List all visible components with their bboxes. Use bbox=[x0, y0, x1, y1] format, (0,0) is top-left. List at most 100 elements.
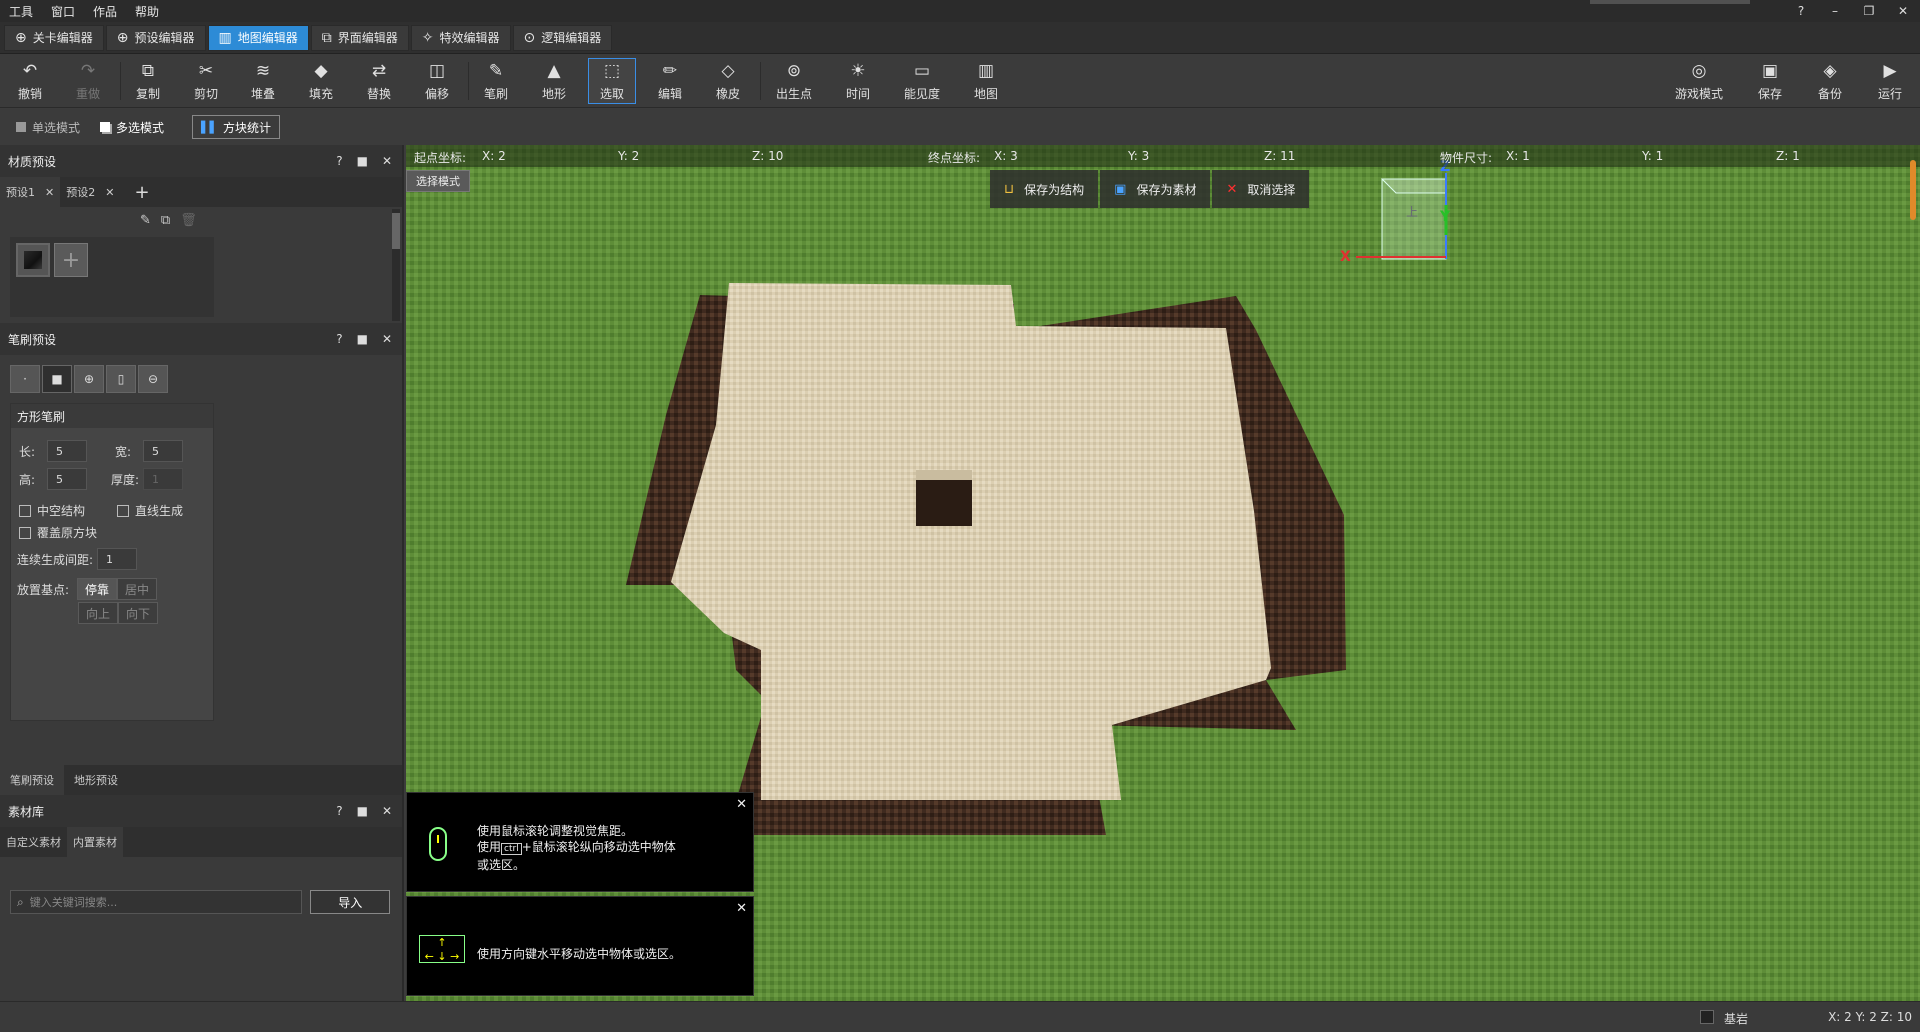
brush-button[interactable]: ✎ 笔刷 bbox=[472, 58, 520, 104]
close-icon[interactable]: ✕ bbox=[736, 797, 747, 812]
trash-icon[interactable]: 🗑 bbox=[180, 213, 197, 228]
editor-tabs: ⊕ 关卡编辑器 ⊕ 预设编辑器 ▥ 地图编辑器 ⧉ 界面编辑器 ✧ 特效编辑器 ⊙ 逻辑编辑… bbox=[0, 22, 1920, 54]
run-button[interactable]: ▶ 运行 bbox=[1866, 58, 1914, 104]
tab-builtin-assets[interactable]: 内置素材 bbox=[67, 827, 123, 857]
terrain-button[interactable]: ▲ 地形 bbox=[530, 58, 578, 104]
duplicate-icon[interactable]: ⧉ bbox=[161, 213, 170, 228]
select-mode-label[interactable]: 选择模式 bbox=[406, 170, 470, 192]
block-stats-button[interactable]: ▌▌ 方块统计 bbox=[192, 115, 280, 139]
redo-button[interactable]: ↷ 重做 bbox=[64, 58, 112, 104]
tab-terrain-preset[interactable]: 地形预设 bbox=[64, 765, 128, 795]
interval-field[interactable]: 1 bbox=[97, 548, 138, 570]
close-icon[interactable]: ✕ bbox=[45, 186, 54, 199]
mode-bar: 单选模式 多选模式 ▌▌ 方块统计 bbox=[0, 109, 1920, 145]
menu-help[interactable]: 帮助 bbox=[126, 3, 168, 20]
close-button[interactable]: ✕ bbox=[1886, 0, 1920, 22]
window-controls: ? – ❐ ✕ bbox=[1784, 0, 1920, 22]
mouse-icon bbox=[429, 827, 447, 861]
tab-custom-assets[interactable]: 自定义素材 bbox=[0, 827, 67, 857]
eraser-button[interactable]: ◇ 橡皮 bbox=[704, 58, 752, 104]
effect-icon: ✧ bbox=[421, 29, 434, 46]
scrollbar[interactable] bbox=[392, 209, 400, 321]
tab-map-editor[interactable]: ▥ 地图编辑器 bbox=[207, 24, 309, 51]
time-button[interactable]: ☀ 时间 bbox=[834, 58, 882, 104]
close-icon[interactable]: ✕ bbox=[382, 154, 392, 168]
tab-logic-editor[interactable]: ⊙ 逻辑编辑器 bbox=[512, 24, 613, 51]
gamepad-icon: ◎ bbox=[1691, 60, 1707, 81]
select-button[interactable]: ⬚ 选取 bbox=[588, 58, 636, 104]
copy-button[interactable]: ⧉ 复制 bbox=[124, 58, 172, 104]
width-field[interactable]: 5 bbox=[143, 440, 184, 462]
replace-button[interactable]: ⇄ 替换 bbox=[355, 58, 403, 104]
help-icon[interactable]: ? bbox=[336, 154, 342, 168]
fill-button[interactable]: ◆ 填充 bbox=[297, 58, 345, 104]
tab-preset2[interactable]: 预设2 ✕ bbox=[60, 177, 120, 207]
ctrl-key: ctrl bbox=[501, 843, 522, 855]
tab-ui-editor[interactable]: ⧉ 界面编辑器 bbox=[310, 24, 409, 51]
anchor-up-button[interactable]: 向上 bbox=[78, 602, 118, 624]
import-button[interactable]: 导入 bbox=[310, 890, 390, 914]
single-select-icon bbox=[16, 122, 26, 132]
help-icon[interactable]: ? bbox=[1784, 0, 1818, 22]
menu-works[interactable]: 作品 bbox=[84, 3, 126, 20]
maximize-icon[interactable]: ■ bbox=[357, 154, 368, 168]
tab-effect-editor[interactable]: ✧ 特效编辑器 bbox=[410, 24, 511, 51]
search-input[interactable]: ⌕ 键入关键词搜索... bbox=[10, 890, 303, 914]
add-material-button[interactable]: + bbox=[54, 243, 88, 277]
single-select-mode[interactable]: 单选模式 bbox=[16, 119, 80, 136]
sphere-shape-icon[interactable]: ⊕ bbox=[74, 365, 104, 393]
bedrock-material[interactable] bbox=[16, 243, 50, 277]
multi-select-mode[interactable]: 多选模式 bbox=[100, 119, 164, 136]
backup-button[interactable]: ◈ 备份 bbox=[1806, 58, 1854, 104]
cover-checkbox[interactable]: 覆盖原方块 bbox=[19, 524, 97, 541]
game-mode-button[interactable]: ◎ 游戏模式 bbox=[1670, 58, 1728, 104]
maximize-icon[interactable]: ■ bbox=[357, 804, 368, 818]
close-icon[interactable]: ✕ bbox=[736, 901, 747, 916]
menu-tools[interactable]: 工具 bbox=[0, 3, 42, 20]
cylinder-shape-icon[interactable]: ▯ bbox=[106, 365, 136, 393]
viewport-scroll-indicator[interactable] bbox=[1910, 160, 1916, 220]
cancel-selection-button[interactable]: ✕ 取消选择 bbox=[1212, 170, 1310, 208]
map-button[interactable]: ▥ 地图 bbox=[962, 58, 1010, 104]
tab-brush-preset[interactable]: 笔刷预设 bbox=[0, 765, 64, 795]
offset-button[interactable]: ◫ 偏移 bbox=[413, 58, 461, 104]
thickness-field[interactable]: 1 bbox=[143, 468, 184, 490]
height-field[interactable]: 5 bbox=[47, 468, 88, 490]
eyedropper-icon[interactable]: ✎ bbox=[140, 213, 151, 228]
anchor-down-button[interactable]: 向下 bbox=[118, 602, 158, 624]
point-shape-icon[interactable]: · bbox=[10, 365, 40, 393]
edit-button[interactable]: ✏ 编辑 bbox=[646, 58, 694, 104]
help-icon[interactable]: ? bbox=[336, 332, 342, 346]
anchor-dock-button[interactable]: 停靠 bbox=[77, 578, 118, 600]
help-icon[interactable]: ? bbox=[336, 804, 342, 818]
tab-preset-editor[interactable]: ⊕ 预设编辑器 bbox=[105, 24, 206, 51]
save-button[interactable]: ▣ 保存 bbox=[1746, 58, 1794, 104]
length-field[interactable]: 5 bbox=[47, 440, 88, 462]
close-icon[interactable]: ✕ bbox=[105, 186, 114, 199]
cube-shape-icon[interactable]: ■ bbox=[42, 365, 72, 393]
menu-window[interactable]: 窗口 bbox=[42, 3, 84, 20]
anchor-center-button[interactable]: 居中 bbox=[117, 578, 158, 600]
close-icon[interactable]: ✕ bbox=[382, 332, 392, 346]
save-structure-button[interactable]: ⊔ 保存为结构 bbox=[990, 170, 1099, 208]
disc-shape-icon[interactable]: ⊖ bbox=[138, 365, 168, 393]
restore-button[interactable]: ❐ bbox=[1852, 0, 1886, 22]
end-z: Z: 11 bbox=[1264, 149, 1296, 163]
visibility-button[interactable]: ▭ 能见度 bbox=[898, 58, 946, 104]
maximize-icon[interactable]: ■ bbox=[357, 332, 368, 346]
tab-level-editor[interactable]: ⊕ 关卡编辑器 bbox=[4, 24, 104, 51]
start-x: X: 2 bbox=[482, 149, 506, 163]
add-preset-button[interactable]: + bbox=[120, 177, 163, 207]
cut-button[interactable]: ✂ 剪切 bbox=[182, 58, 230, 104]
stack-button[interactable]: ≋ 堆叠 bbox=[239, 58, 287, 104]
spawn-button[interactable]: ⊚ 出生点 bbox=[770, 58, 818, 104]
close-icon[interactable]: ✕ bbox=[382, 804, 392, 818]
tab-preset1[interactable]: 预设1 ✕ bbox=[0, 177, 61, 207]
save-asset-button[interactable]: ▣ 保存为素材 bbox=[1100, 170, 1211, 208]
undo-button[interactable]: ↶ 撤销 bbox=[6, 58, 54, 104]
line-checkbox[interactable]: 直线生成 bbox=[117, 502, 183, 519]
eraser-icon: ◇ bbox=[721, 60, 735, 81]
toolbar-divider bbox=[468, 62, 469, 100]
hollow-checkbox[interactable]: 中空结构 bbox=[19, 502, 85, 519]
minimize-button[interactable]: – bbox=[1818, 0, 1852, 22]
